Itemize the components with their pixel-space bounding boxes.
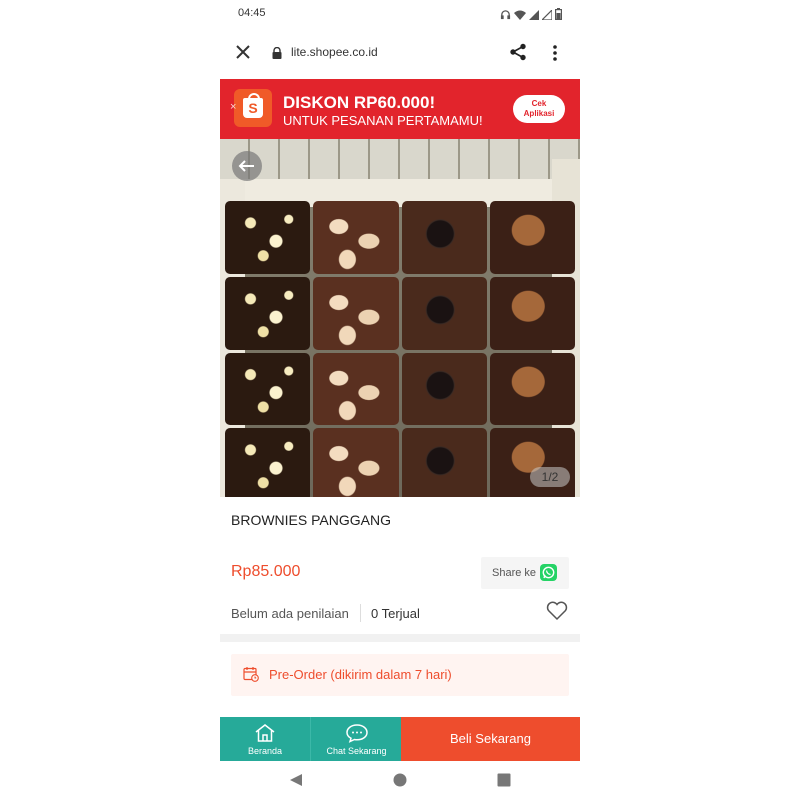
banner-close-icon[interactable]: × bbox=[230, 101, 236, 113]
buy-now-button[interactable]: Beli Sekarang bbox=[401, 717, 580, 761]
battery-icon bbox=[555, 7, 563, 25]
signal-icon bbox=[529, 7, 539, 25]
bottom-action-bar: Beranda Chat Sekarang Beli Sekarang bbox=[220, 717, 580, 761]
close-icon[interactable] bbox=[234, 43, 252, 61]
heart-icon[interactable] bbox=[546, 601, 568, 626]
share-icon[interactable] bbox=[509, 43, 527, 66]
share-label: Share ke bbox=[492, 567, 537, 579]
whatsapp-icon bbox=[540, 564, 557, 581]
banner-subtitle: UNTUK PESANAN PERTAMAMU! bbox=[283, 113, 483, 128]
divider bbox=[360, 604, 361, 622]
chat-label: Chat Sekarang bbox=[326, 746, 387, 756]
status-time: 04:45 bbox=[238, 7, 266, 19]
sold-count: 0 Terjual bbox=[371, 606, 420, 621]
open-app-label-1: Cek bbox=[531, 99, 547, 108]
open-app-button[interactable]: Cek Aplikasi bbox=[513, 95, 565, 123]
nav-recents-icon[interactable] bbox=[497, 773, 511, 792]
product-price: Rp85.000 bbox=[231, 563, 301, 580]
status-bar: 04:45 bbox=[220, 0, 580, 28]
signal-icon-2 bbox=[540, 7, 553, 25]
back-arrow-icon[interactable] bbox=[232, 151, 262, 181]
rating-text: Belum ada penilaian bbox=[231, 606, 349, 621]
chat-button[interactable]: Chat Sekarang bbox=[310, 717, 402, 761]
android-nav-bar bbox=[220, 761, 580, 800]
share-whatsapp-button[interactable]: Share ke bbox=[481, 557, 569, 589]
browser-url-bar: lite.shopee.co.id bbox=[220, 30, 580, 76]
banner-title: DISKON RP60.000! bbox=[283, 93, 436, 112]
chat-icon bbox=[345, 723, 369, 748]
product-title: BROWNIES PANGGANG bbox=[231, 512, 391, 528]
status-icons bbox=[500, 7, 563, 25]
logo-letter: S bbox=[243, 98, 263, 118]
url-text[interactable]: lite.shopee.co.id bbox=[291, 45, 378, 59]
home-label: Beranda bbox=[247, 746, 283, 756]
wifi-icon bbox=[514, 7, 526, 25]
section-separator bbox=[220, 634, 580, 642]
nav-back-icon[interactable] bbox=[289, 773, 303, 792]
promo-banner[interactable]: S × DISKON RP60.000! UNTUK PESANAN PERTA… bbox=[220, 79, 580, 139]
product-image[interactable]: 1/2 bbox=[220, 139, 580, 497]
preorder-text: Pre-Order (dikirim dalam 7 hari) bbox=[269, 667, 452, 682]
lock-icon bbox=[272, 46, 282, 64]
brownies-photo bbox=[225, 201, 575, 497]
calendar-icon bbox=[243, 666, 259, 687]
preorder-notice: Pre-Order (dikirim dalam 7 hari) bbox=[231, 654, 569, 696]
home-button[interactable]: Beranda bbox=[220, 717, 310, 761]
home-icon bbox=[254, 723, 276, 748]
nav-home-icon[interactable] bbox=[393, 773, 407, 792]
shopee-logo: S bbox=[234, 89, 272, 127]
phone-screen: 04:45 lite.shopee.co.id S × DISKON RP60.… bbox=[220, 0, 580, 800]
open-app-label-2: Aplikasi bbox=[523, 109, 555, 118]
image-counter: 1/2 bbox=[530, 467, 570, 487]
more-vert-icon[interactable] bbox=[552, 44, 558, 67]
headphones-icon bbox=[500, 7, 511, 25]
